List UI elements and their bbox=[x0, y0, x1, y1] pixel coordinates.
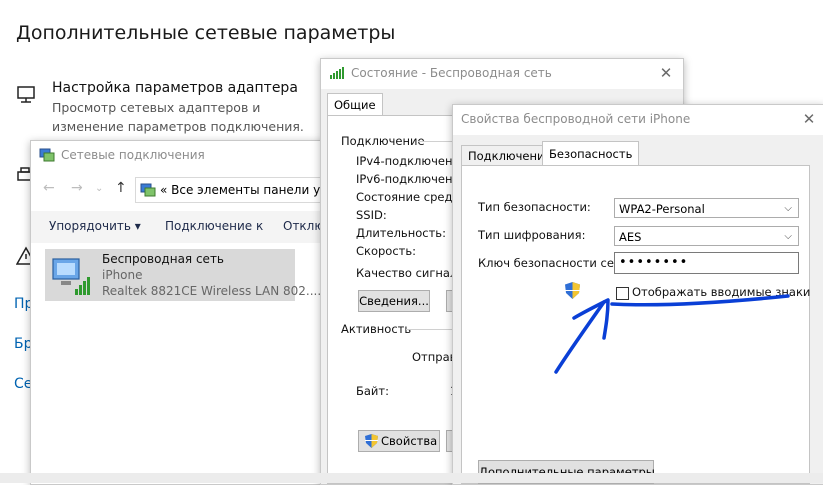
properties-tabstrip: Подключение Безопасность bbox=[461, 141, 823, 166]
connection-ssid: iPhone bbox=[102, 268, 143, 282]
page-title: Дополнительные сетевые параметры bbox=[16, 22, 396, 44]
encryption-type-value: AES bbox=[619, 230, 642, 244]
speed-label: Скорость: bbox=[356, 244, 417, 258]
uac-shield-icon bbox=[565, 282, 580, 299]
properties-button[interactable]: Свойства bbox=[358, 430, 440, 452]
encryption-type-select[interactable]: AES ⌵ bbox=[614, 226, 799, 246]
properties-titlebar[interactable]: Свойства беспроводной сети iPhone ✕ bbox=[453, 105, 823, 135]
connection-name: Беспроводная сеть bbox=[102, 252, 225, 266]
show-characters-label: Отображать вводимые знаки bbox=[632, 285, 811, 299]
status-title: Состояние - Беспроводная сеть bbox=[351, 66, 552, 80]
up-arrow-icon[interactable]: ↑ bbox=[115, 180, 127, 196]
close-icon[interactable]: ✕ bbox=[799, 109, 819, 129]
chevron-down-icon: ⌵ bbox=[784, 231, 792, 242]
bytes-label: Байт: bbox=[356, 384, 389, 398]
ssid-label: SSID: bbox=[356, 208, 387, 222]
ipv6-label: IPv6-подключение bbox=[356, 172, 468, 186]
taskbar-edge bbox=[0, 473, 823, 483]
properties-button-label: Свойства bbox=[381, 434, 438, 448]
activity-group-label: Активность bbox=[341, 322, 412, 336]
forward-arrow-icon[interactable]: → bbox=[71, 180, 83, 196]
network-connections-titlebar[interactable]: Сетевые подключения bbox=[31, 141, 327, 171]
security-key-label: Ключ безопасности сети bbox=[478, 256, 629, 270]
tab-general[interactable]: Общие bbox=[327, 93, 383, 116]
monitor-network-icon bbox=[17, 86, 35, 103]
signal-bars-icon bbox=[330, 67, 344, 79]
address-bar[interactable]: « Все элементы панели у... bbox=[135, 177, 328, 203]
chevron-down-icon: ⌵ bbox=[784, 203, 792, 214]
connection-device: Realtek 8821CE Wireless LAN 802.... bbox=[102, 284, 322, 298]
network-connections-app-icon bbox=[39, 148, 55, 162]
sent-label: Отправ bbox=[412, 350, 457, 364]
history-chevron-icon[interactable]: ⌄ bbox=[95, 183, 103, 194]
security-type-value: WPA2-Personal bbox=[619, 202, 705, 216]
adapter-settings-description: Просмотр сетевых адаптеров и изменение п… bbox=[52, 100, 304, 134]
ipv4-label: IPv4-подключение bbox=[356, 154, 468, 168]
command-bar: Упорядочить ▾ Подключение к Отклю bbox=[31, 211, 327, 243]
address-text: « Все элементы панели у... bbox=[160, 183, 328, 197]
duration-label: Длительность: bbox=[356, 226, 446, 240]
disconnect-button[interactable]: Отклю bbox=[283, 219, 324, 233]
show-characters-checkbox[interactable] bbox=[616, 287, 629, 300]
properties-title: Свойства беспроводной сети iPhone bbox=[461, 112, 691, 126]
details-button[interactable]: Сведения... bbox=[358, 290, 430, 312]
organize-button[interactable]: Упорядочить ▾ bbox=[49, 219, 141, 233]
security-panel: Тип безопасности: WPA2-Personal ⌵ Тип ши… bbox=[461, 165, 810, 484]
wireless-properties-window[interactable]: Свойства беспроводной сети iPhone ✕ Подк… bbox=[452, 104, 823, 485]
connect-to-button[interactable]: Подключение к bbox=[165, 219, 263, 233]
back-arrow-icon[interactable]: ← bbox=[43, 180, 55, 196]
adapter-settings-title[interactable]: Настройка параметров адаптера bbox=[52, 80, 298, 96]
network-connections-title: Сетевые подключения bbox=[61, 148, 205, 162]
security-type-select[interactable]: WPA2-Personal ⌵ bbox=[614, 198, 799, 218]
connection-group-label: Подключение bbox=[341, 134, 425, 148]
navigation-bar: ← → ⌄ ↑ « Все элементы панели у... bbox=[31, 177, 327, 203]
media-state-label: Состояние среды: bbox=[356, 190, 466, 204]
close-icon[interactable]: ✕ bbox=[656, 63, 676, 83]
security-key-input[interactable]: •••••••• bbox=[614, 252, 799, 274]
encryption-type-label: Тип шифрования: bbox=[478, 228, 586, 242]
shield-icon bbox=[365, 434, 378, 448]
network-connections-window[interactable]: Сетевые подключения ← → ⌄ ↑ « Все элемен… bbox=[30, 140, 328, 485]
control-panel-icon bbox=[140, 183, 156, 197]
status-titlebar[interactable]: Состояние - Беспроводная сеть ✕ bbox=[321, 59, 683, 89]
wireless-connection-item[interactable]: Беспроводная сеть iPhone Realtek 8821CE … bbox=[45, 249, 321, 301]
security-type-label: Тип безопасности: bbox=[478, 200, 591, 214]
wireless-adapter-icon bbox=[52, 258, 90, 295]
tab-security[interactable]: Безопасность bbox=[542, 141, 640, 166]
